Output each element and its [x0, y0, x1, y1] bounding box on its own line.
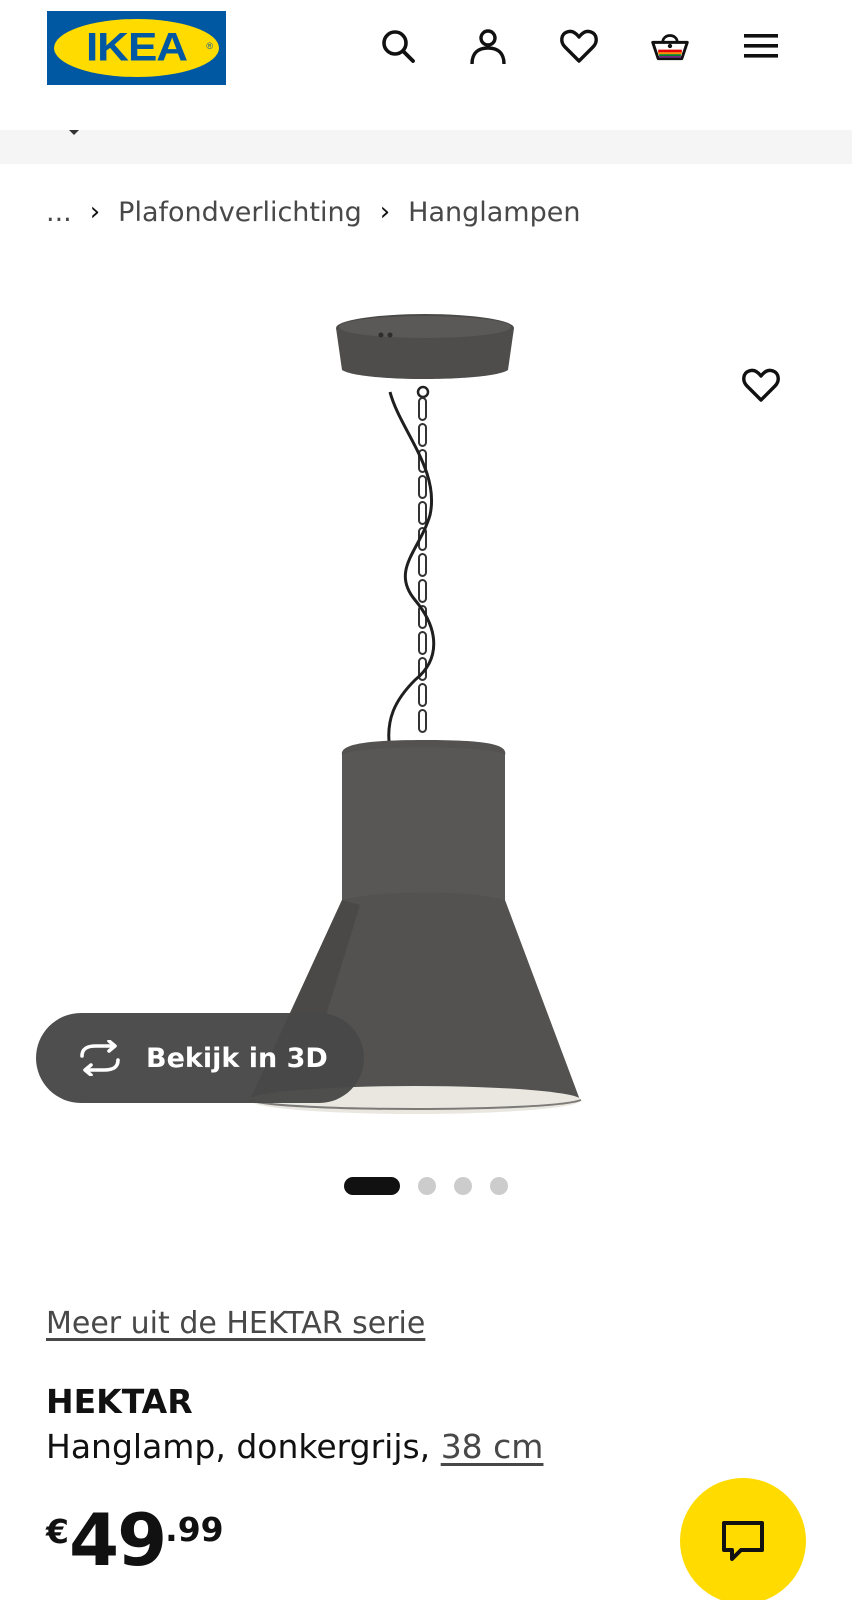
basket-icon[interactable]	[648, 24, 692, 68]
product-price: € 49 .99	[46, 1500, 224, 1580]
site-header: IKEA ®	[0, 0, 852, 130]
logo-oval: IKEA	[54, 19, 219, 77]
breadcrumb: ... › Plafondverlichting › Hanglampen	[46, 192, 580, 232]
gallery-dot-active[interactable]	[344, 1177, 400, 1195]
menu-icon[interactable]	[739, 24, 783, 68]
price-currency: €	[46, 1512, 69, 1551]
view-in-3d-label: Bekijk in 3D	[146, 1042, 328, 1074]
heart-icon	[742, 368, 780, 402]
chevron-right-icon: ›	[89, 197, 101, 227]
price-integer: 49	[68, 1498, 167, 1582]
logo-text: IKEA	[85, 25, 188, 70]
gallery-dot[interactable]	[490, 1177, 508, 1195]
gallery-dot[interactable]	[454, 1177, 472, 1195]
price-decimals: .99	[165, 1510, 224, 1549]
add-to-wishlist-button[interactable]	[721, 345, 801, 425]
registered-mark: ®	[206, 41, 213, 51]
view-in-3d-button[interactable]: Bekijk in 3D	[36, 1013, 364, 1103]
heart-icon[interactable]	[557, 24, 601, 68]
series-link[interactable]: Meer uit de HEKTAR serie	[46, 1306, 425, 1341]
product-size-link[interactable]: 38 cm	[441, 1427, 544, 1466]
search-icon[interactable]	[376, 24, 420, 68]
gallery-dot[interactable]	[418, 1177, 436, 1195]
chat-button[interactable]	[680, 1478, 806, 1600]
rotate-3d-icon	[76, 1040, 124, 1076]
secondary-bar	[0, 130, 852, 164]
product-name: HEKTAR	[46, 1382, 193, 1421]
chat-bubble-icon	[722, 1521, 764, 1561]
chevron-down-icon[interactable]	[69, 130, 79, 135]
chevron-right-icon: ›	[379, 197, 391, 227]
breadcrumb-item-hanglampen[interactable]: Hanglampen	[408, 197, 580, 228]
product-description: Hanglamp, donkergrijs, 38 cm	[46, 1427, 543, 1466]
ikea-logo[interactable]: IKEA ®	[47, 11, 226, 85]
account-icon[interactable]	[466, 24, 510, 68]
product-description-text: Hanglamp, donkergrijs,	[46, 1427, 431, 1466]
breadcrumb-ellipsis[interactable]: ...	[46, 197, 72, 228]
gallery-pagination	[344, 1176, 508, 1196]
breadcrumb-item-plafondverlichting[interactable]: Plafondverlichting	[118, 197, 362, 228]
product-image	[248, 314, 582, 1114]
